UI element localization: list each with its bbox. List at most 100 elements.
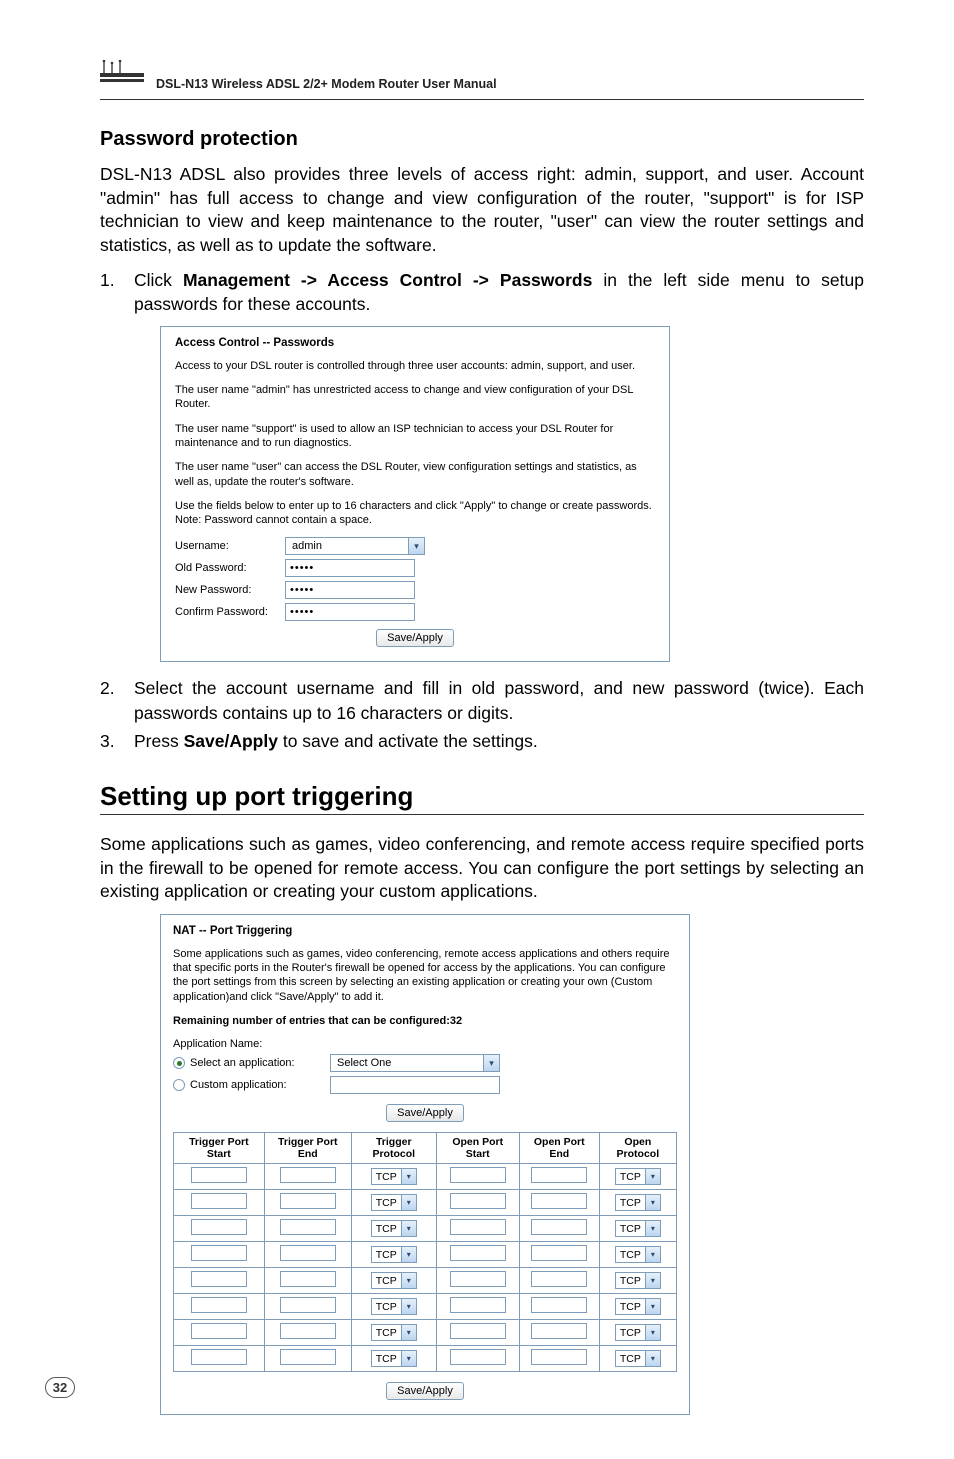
trigger-port-start-input[interactable]	[191, 1297, 247, 1313]
trigger-port-start-input[interactable]	[191, 1323, 247, 1339]
th-trigger-port-start: Trigger Port Start	[174, 1133, 265, 1164]
chevron-down-icon: ▾	[645, 1299, 660, 1314]
open-protocol-select[interactable]: TCP▾	[615, 1350, 661, 1367]
confirm-password-label: Confirm Password:	[175, 606, 285, 618]
trigger-port-start-input[interactable]	[191, 1193, 247, 1209]
open-port-start-input[interactable]	[450, 1271, 506, 1287]
trigger-port-end-input[interactable]	[280, 1219, 336, 1235]
shot1-p4: The user name "user" can access the DSL …	[175, 460, 655, 489]
open-port-end-input[interactable]	[531, 1219, 587, 1235]
table-row: TCP▾ TCP▾	[174, 1242, 677, 1268]
trigger-port-end-input[interactable]	[280, 1271, 336, 1287]
radio-select-application[interactable]: Select an application: Select One ▾	[173, 1054, 677, 1072]
table-row: TCP▾ TCP▾	[174, 1268, 677, 1294]
chevron-down-icon: ▾	[401, 1195, 416, 1210]
radio1-label: Select an application:	[190, 1057, 330, 1069]
table-row: TCP▾ TCP▾	[174, 1216, 677, 1242]
section-password-title: Password protection	[100, 128, 864, 151]
trigger-protocol-select[interactable]: TCP▾	[371, 1272, 417, 1289]
screenshot-access-control: Access Control -- Passwords Access to yo…	[160, 326, 864, 663]
trigger-port-start-input[interactable]	[191, 1167, 247, 1183]
th-trigger-port-end: Trigger Port End	[264, 1133, 351, 1164]
chevron-down-icon: ▾	[645, 1247, 660, 1262]
open-port-end-input[interactable]	[531, 1245, 587, 1261]
table-row: TCP▾ TCP▾	[174, 1346, 677, 1372]
trigger-port-end-input[interactable]	[280, 1167, 336, 1183]
page-header: DSL-N13 Wireless ADSL 2/2+ Modem Router …	[100, 60, 864, 100]
application-select[interactable]: Select One ▾	[330, 1054, 500, 1072]
new-password-input[interactable]: •••••	[285, 581, 415, 599]
open-port-start-input[interactable]	[450, 1219, 506, 1235]
open-port-start-input[interactable]	[450, 1297, 506, 1313]
trigger-protocol-select[interactable]: TCP▾	[371, 1298, 417, 1315]
save-apply-button[interactable]: Save/Apply	[386, 1104, 464, 1122]
trigger-port-start-input[interactable]	[191, 1219, 247, 1235]
th-open-port-end: Open Port End	[519, 1133, 599, 1164]
radio-icon	[173, 1079, 185, 1091]
trigger-protocol-select[interactable]: TCP▾	[371, 1194, 417, 1211]
open-port-start-input[interactable]	[450, 1167, 506, 1183]
chevron-down-icon: ▾	[408, 538, 424, 554]
trigger-port-start-input[interactable]	[191, 1271, 247, 1287]
username-select[interactable]: admin ▾	[285, 537, 425, 555]
username-label: Username:	[175, 540, 285, 552]
radio2-label: Custom application:	[190, 1079, 330, 1091]
table-row: TCP▾ TCP▾	[174, 1164, 677, 1190]
trigger-port-start-input[interactable]	[191, 1245, 247, 1261]
trigger-port-end-input[interactable]	[280, 1245, 336, 1261]
radio-custom-application[interactable]: Custom application:	[173, 1076, 677, 1094]
old-password-input[interactable]: •••••	[285, 559, 415, 577]
trigger-port-end-input[interactable]	[280, 1323, 336, 1339]
trigger-port-start-input[interactable]	[191, 1349, 247, 1365]
th-trigger-protocol: Trigger Protocol	[351, 1133, 436, 1164]
open-port-end-input[interactable]	[531, 1271, 587, 1287]
open-port-start-input[interactable]	[450, 1349, 506, 1365]
open-protocol-select[interactable]: TCP▾	[615, 1168, 661, 1185]
shot1-p2: The user name "admin" has unrestricted a…	[175, 383, 655, 412]
trigger-protocol-select[interactable]: TCP▾	[371, 1168, 417, 1185]
trigger-port-end-input[interactable]	[280, 1349, 336, 1365]
trigger-protocol-select[interactable]: TCP▾	[371, 1324, 417, 1341]
chevron-down-icon: ▾	[401, 1221, 416, 1236]
step3-post: to save and activate the settings.	[278, 731, 538, 751]
open-port-start-input[interactable]	[450, 1193, 506, 1209]
open-port-end-input[interactable]	[531, 1167, 587, 1183]
open-protocol-select[interactable]: TCP▾	[615, 1272, 661, 1289]
step3-bold: Save/Apply	[184, 731, 278, 751]
section-port-triggering-title: Setting up port triggering	[100, 781, 864, 812]
step-2: 2. Select the account username and fill …	[100, 676, 864, 724]
trigger-table: Trigger Port Start Trigger Port End Trig…	[173, 1132, 677, 1372]
appname-label: Application Name:	[173, 1038, 677, 1050]
open-port-end-input[interactable]	[531, 1193, 587, 1209]
table-row: TCP▾ TCP▾	[174, 1294, 677, 1320]
page-footer: 32	[45, 1377, 75, 1398]
open-protocol-select[interactable]: TCP▾	[615, 1246, 661, 1263]
trigger-protocol-select[interactable]: TCP▾	[371, 1220, 417, 1237]
chevron-down-icon: ▾	[645, 1169, 660, 1184]
open-protocol-select[interactable]: TCP▾	[615, 1194, 661, 1211]
open-protocol-select[interactable]: TCP▾	[615, 1220, 661, 1237]
open-port-start-input[interactable]	[450, 1245, 506, 1261]
save-apply-button[interactable]: Save/Apply	[376, 629, 454, 647]
open-port-end-input[interactable]	[531, 1323, 587, 1339]
chevron-down-icon: ▾	[401, 1325, 416, 1340]
save-apply-button[interactable]: Save/Apply	[386, 1382, 464, 1400]
confirm-password-input[interactable]: •••••	[285, 603, 415, 621]
open-port-end-input[interactable]	[531, 1297, 587, 1313]
shot1-p3: The user name "support" is used to allow…	[175, 422, 655, 451]
trigger-protocol-select[interactable]: TCP▾	[371, 1246, 417, 1263]
open-port-start-input[interactable]	[450, 1323, 506, 1339]
trigger-protocol-select[interactable]: TCP▾	[371, 1350, 417, 1367]
shot1-p1: Access to your DSL router is controlled …	[175, 359, 655, 373]
custom-application-input[interactable]	[330, 1076, 500, 1094]
table-row: TCP▾ TCP▾	[174, 1190, 677, 1216]
open-port-end-input[interactable]	[531, 1349, 587, 1365]
open-protocol-select[interactable]: TCP▾	[615, 1298, 661, 1315]
trigger-port-end-input[interactable]	[280, 1193, 336, 1209]
chevron-down-icon: ▾	[645, 1351, 660, 1366]
open-protocol-select[interactable]: TCP▾	[615, 1324, 661, 1341]
chevron-down-icon: ▾	[401, 1247, 416, 1262]
step-2-number: 2.	[100, 676, 134, 724]
trigger-port-end-input[interactable]	[280, 1297, 336, 1313]
step-3: 3. Press Save/Apply to save and activate…	[100, 729, 864, 753]
